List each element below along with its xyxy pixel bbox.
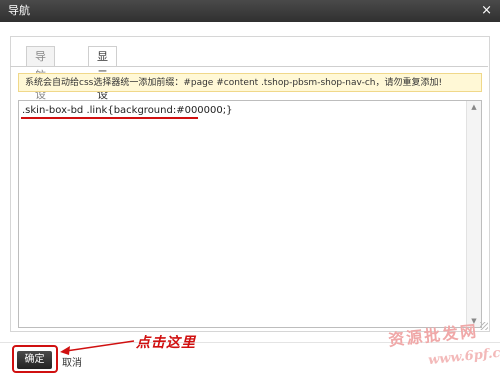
dialog-window: 导航 × 导航设置 显示设置 系统会自动给css选择器统一添加前缀：#page …	[0, 0, 500, 381]
annotation-label: 点击这里	[136, 335, 196, 351]
